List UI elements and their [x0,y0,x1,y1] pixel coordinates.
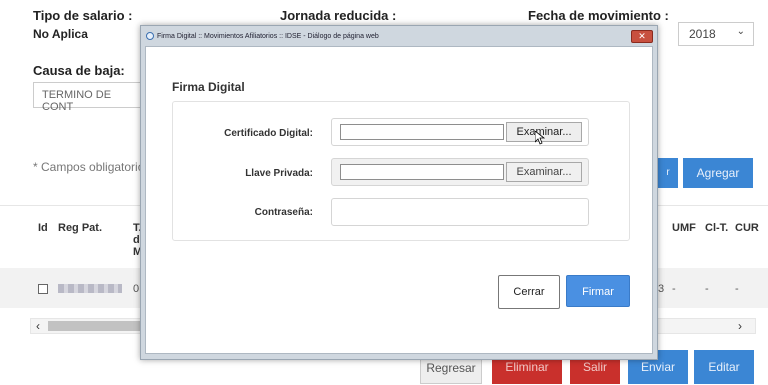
certificado-field: Examinar... [331,118,589,146]
col-cl-t: Cl-T. [705,222,729,234]
contrasena-label: Contraseña: [254,207,313,218]
col-umf: UMF [672,222,696,234]
row-cl-t: - [705,283,709,295]
dialog-content: Firma Digital Certificado Digital: Exami… [145,46,653,354]
llave-field: Examinar... [331,158,589,186]
certificado-label: Certificado Digital: [224,128,313,139]
causa-label: Causa de baja: [33,63,125,78]
firmar-button[interactable]: Firmar [566,275,630,307]
chevron-down-icon: ⌄ [736,26,745,37]
fecha-label: Fecha de movimiento : [528,8,669,23]
mouse-cursor-icon [535,131,545,145]
reg-pat-redacted [58,284,122,293]
row-cur: - [735,283,739,295]
llave-examinar-button[interactable]: Examinar... [506,162,582,182]
signature-form-panel: Certificado Digital: Examinar... Llave P… [172,101,630,241]
col-reg-pat: Reg Pat. [58,222,103,234]
llave-path-input[interactable] [340,164,504,180]
dialog-window-title: Firma Digital :: Movimientos Afiliatorio… [157,33,379,40]
causa-select-value: TERMINO DE CONT [42,89,112,113]
scroll-left-icon[interactable]: ‹ [36,318,40,334]
year-select[interactable]: 2018 ⌄ [678,22,754,46]
row-umf: - [672,283,676,295]
col-id: Id [38,222,48,234]
col-cur: CUR [735,222,759,234]
scroll-right-icon[interactable]: › [738,318,742,334]
row-t-value: 0 [133,283,140,295]
llave-label: Llave Privada: [245,168,313,179]
row-col-partial: 3 [658,283,665,295]
jornada-label: Jornada reducida : [280,8,397,23]
editar-button[interactable]: Editar [694,350,754,384]
causa-select[interactable]: TERMINO DE CONT [33,82,143,113]
required-note: * Campos obligatorio [33,160,145,174]
firma-digital-dialog: Firma Digital :: Movimientos Afiliatorio… [140,25,658,360]
scrollbar-thumb[interactable] [48,321,142,331]
ie-window-icon [146,32,154,40]
close-icon[interactable]: ✕ [631,30,653,43]
agregar-button[interactable]: Agregar [683,158,753,188]
tipo-salario-value: No Aplica [33,27,88,41]
certificado-path-input[interactable] [340,124,504,140]
contrasena-input[interactable] [331,198,589,226]
dialog-heading: Firma Digital [172,80,245,94]
partial-blue-button[interactable]: r [658,158,678,188]
tipo-salario-label: Tipo de salario : [33,8,133,23]
row-checkbox[interactable] [38,284,48,294]
cerrar-button[interactable]: Cerrar [498,275,560,309]
year-select-value: 2018 [689,27,716,41]
